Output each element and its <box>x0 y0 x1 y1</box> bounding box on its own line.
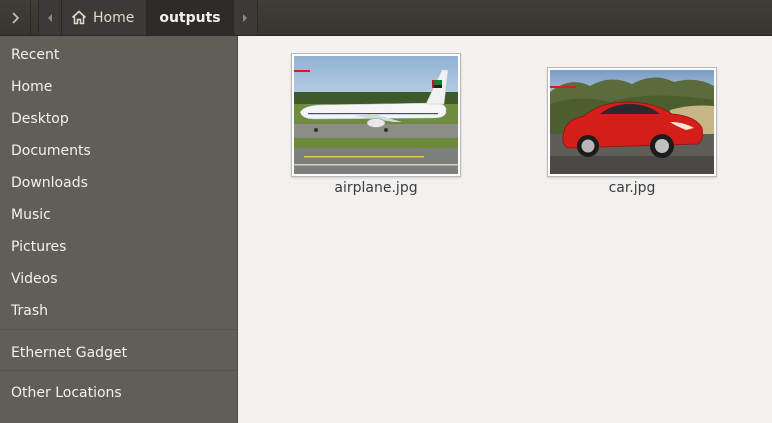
sidebar-item-other-locations[interactable]: Other Locations <box>0 378 238 408</box>
car-photo-thumbnail <box>550 70 714 174</box>
file-name: car.jpg <box>608 180 656 196</box>
file-view: airplane.jpg car.jpg <box>239 36 772 423</box>
file-manager-window: Home outputs Recent Home Desktop Documen… <box>0 0 772 423</box>
path-item-label: Home <box>93 9 135 26</box>
sidebar-item-label: Recent <box>11 47 60 63</box>
path-item-label: outputs <box>159 9 221 26</box>
thumbnail-frame <box>291 53 461 177</box>
sidebar-item-label: Home <box>11 79 53 95</box>
header-bar: Home outputs <box>0 0 772 36</box>
sidebar-item-label: Videos <box>11 271 58 287</box>
chevron-left-icon <box>46 8 54 27</box>
sidebar-item-label: Other Locations <box>11 385 122 401</box>
sidebar-item-label: Desktop <box>11 111 69 127</box>
places-sidebar: Recent Home Desktop Documents Downloads … <box>0 36 238 423</box>
path-forward-button[interactable] <box>233 0 258 35</box>
sidebar-item-home[interactable]: Home <box>0 72 238 102</box>
thumbnail-frame <box>547 67 717 177</box>
path-item-home[interactable]: Home <box>62 0 148 35</box>
path-bar: Home outputs <box>38 0 258 35</box>
sidebar-item-videos[interactable]: Videos <box>0 264 238 294</box>
sidebar-item-label: Downloads <box>11 175 88 191</box>
sidebar-item-label: Documents <box>11 143 91 159</box>
airplane-photo-thumbnail <box>294 56 458 174</box>
sidebar-item-downloads[interactable]: Downloads <box>0 168 238 198</box>
sidebar-item-label: Trash <box>11 303 48 319</box>
sidebar-item-trash[interactable]: Trash <box>0 296 238 326</box>
chevron-right-icon <box>10 9 20 28</box>
file-name: airplane.jpg <box>334 180 418 196</box>
sidebar-item-music[interactable]: Music <box>0 200 238 230</box>
path-item-outputs[interactable]: outputs <box>147 0 234 35</box>
sidebar-item-desktop[interactable]: Desktop <box>0 104 238 134</box>
sidebar-item-documents[interactable]: Documents <box>0 136 238 166</box>
sidebar-separator <box>0 370 237 371</box>
sidebar-item-label: Ethernet Gadget <box>11 345 128 361</box>
file-item-car[interactable]: car.jpg <box>547 67 717 196</box>
chevron-right-icon <box>241 8 249 27</box>
sidebar-separator <box>0 329 237 330</box>
sidebar-item-pictures[interactable]: Pictures <box>0 232 238 262</box>
sidebar-item-label: Music <box>11 207 51 223</box>
sidebar-item-label: Pictures <box>11 239 67 255</box>
home-icon <box>71 10 87 25</box>
path-back-button[interactable] <box>38 0 62 35</box>
file-item-airplane[interactable]: airplane.jpg <box>291 53 461 196</box>
sidebar-item-ethernet-gadget[interactable]: Ethernet Gadget <box>0 338 238 368</box>
sidebar-item-recent[interactable]: Recent <box>0 40 238 70</box>
sidebar-toggle-button[interactable] <box>0 0 31 36</box>
